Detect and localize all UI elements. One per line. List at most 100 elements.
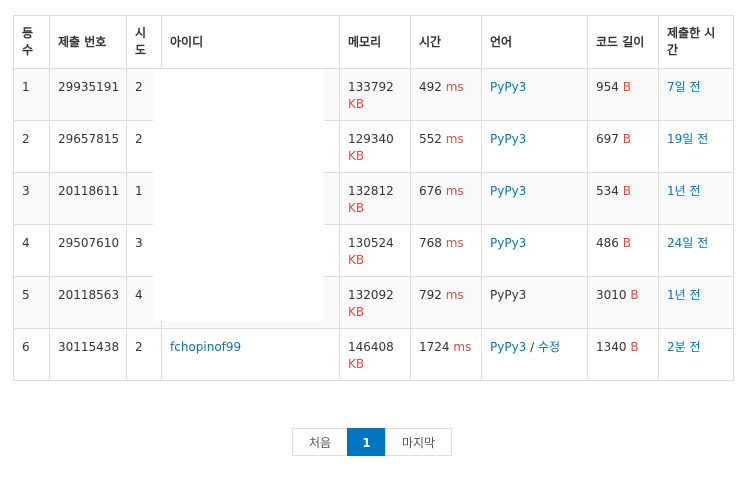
code-length-unit: B: [630, 340, 639, 354]
time-unit: ms: [453, 340, 472, 354]
language-link[interactable]: PyPy3: [490, 184, 526, 198]
header-user: 아이디: [161, 15, 340, 69]
submitted-time-link[interactable]: 19일 전: [667, 132, 708, 146]
header-submission: 제출 번호: [49, 15, 127, 69]
code-length-cell: 954 B: [587, 68, 659, 121]
memory-value: 146408: [348, 340, 394, 354]
header-submitted-time: 제출한 시 간: [658, 15, 734, 69]
time-value: 492: [419, 80, 442, 94]
language-cell: PyPy3: [481, 224, 588, 277]
time-value: 676: [419, 184, 442, 198]
time-unit: ms: [445, 288, 464, 302]
tries-value: 2: [135, 132, 143, 146]
page-current-button[interactable]: 1: [347, 428, 386, 456]
table-row: 2 29657815 2 129340 KB 552 ms PyPy3 697 B 19일 전: [13, 120, 734, 173]
table-row: 3 20118611 1 132812 KB 676 ms PyPy3 534 B 1년 전: [13, 172, 734, 225]
code-length-unit: B: [622, 236, 631, 250]
language-cell: PyPy3: [481, 68, 588, 121]
tries-value: 2: [135, 340, 143, 354]
submission-id: 29935191: [58, 80, 120, 94]
submitted-time-cell: 19일 전: [658, 120, 734, 173]
page-last-button[interactable]: 마지막: [385, 428, 452, 456]
submission-cell: 30115438: [49, 328, 127, 381]
memory-unit: KB: [348, 97, 365, 111]
submitted-time-cell: 1년 전: [658, 172, 734, 225]
memory-value: 129340: [348, 132, 394, 146]
submitted-time-cell: 7일 전: [658, 68, 734, 121]
memory-unit: KB: [348, 201, 365, 215]
memory-value: 132092: [348, 288, 394, 302]
language-link[interactable]: PyPy3: [490, 236, 526, 250]
time-unit: ms: [445, 80, 464, 94]
submitted-time-cell: 24일 전: [658, 224, 734, 277]
table-row: 6 30115438 2 fchopinof99 146408 KB 1724 ms PyPy…: [13, 328, 734, 381]
rank-value: 6: [22, 340, 30, 354]
status-table: 등 수 제출 번호 시 도 아이디 메모리 시간 언어 코드 길이 제출한 시 간 1 29935…: [13, 15, 734, 381]
rank-cell: 2: [13, 120, 50, 173]
language-cell: PyPy3: [481, 120, 588, 173]
page-first-button[interactable]: 처음: [292, 428, 348, 456]
code-length-value: 697: [596, 132, 619, 146]
code-length-cell: 697 B: [587, 120, 659, 173]
header-memory: 메모리: [339, 15, 411, 69]
rank-cell: 3: [13, 172, 50, 225]
redacted-user-area: [153, 69, 324, 321]
header-time: 시간: [410, 15, 482, 69]
rank-value: 2: [22, 132, 30, 146]
language-cell: PyPy3: [481, 172, 588, 225]
tries-value: 1: [135, 184, 143, 198]
time-value: 768: [419, 236, 442, 250]
time-cell: 676 ms: [410, 172, 482, 225]
code-length-unit: B: [622, 80, 631, 94]
user-cell: fchopinof99: [161, 328, 340, 381]
language-link[interactable]: PyPy3: [490, 80, 526, 94]
code-length-value: 3010: [596, 288, 627, 302]
time-cell: 768 ms: [410, 224, 482, 277]
tries-value: 3: [135, 236, 143, 250]
time-value: 792: [419, 288, 442, 302]
header-tries: 시 도: [126, 15, 162, 69]
header-rank: 등 수: [13, 15, 50, 69]
code-length-value: 954: [596, 80, 619, 94]
submitted-time-link[interactable]: 1년 전: [667, 184, 701, 198]
memory-cell: 133792 KB: [339, 68, 411, 121]
time-value: 1724: [419, 340, 450, 354]
language-link: PyPy3: [490, 288, 527, 302]
submitted-time-link[interactable]: 2분 전: [667, 340, 701, 354]
submitted-time-link[interactable]: 1년 전: [667, 288, 701, 302]
table-row: 1 29935191 2 133792 KB 492 ms PyPy3 954 B 7일 전: [13, 68, 734, 121]
code-length-unit: B: [622, 132, 631, 146]
table-row: 4 29507610 3 130524 KB 768 ms PyPy3 486 B 24일 전: [13, 224, 734, 277]
rank-cell: 1: [13, 68, 50, 121]
edit-link[interactable]: 수정: [538, 340, 560, 354]
memory-cell: 130524 KB: [339, 224, 411, 277]
user-id-link[interactable]: fchopinof99: [170, 340, 241, 354]
time-unit: ms: [445, 132, 464, 146]
time-cell: 552 ms: [410, 120, 482, 173]
time-unit: ms: [445, 236, 464, 250]
submission-cell: 29657815: [49, 120, 127, 173]
submission-id: 29507610: [58, 236, 120, 250]
submitted-time-link[interactable]: 24일 전: [667, 236, 708, 250]
tries-cell: 2: [126, 328, 162, 381]
submission-cell: 20118563: [49, 276, 127, 329]
submitted-time-link[interactable]: 7일 전: [667, 80, 701, 94]
submission-cell: 29507610: [49, 224, 127, 277]
code-length-unit: B: [622, 184, 631, 198]
time-cell: 492 ms: [410, 68, 482, 121]
memory-unit: KB: [348, 357, 365, 371]
rank-value: 5: [22, 288, 30, 302]
language-cell: PyPy3 / 수정: [481, 328, 588, 381]
submission-id: 20118563: [58, 288, 120, 302]
code-length-cell: 3010 B: [587, 276, 659, 329]
rank-value: 3: [22, 184, 30, 198]
memory-value: 132812: [348, 184, 394, 198]
memory-cell: 129340 KB: [339, 120, 411, 173]
language-link[interactable]: PyPy3: [490, 132, 526, 146]
code-length-value: 534: [596, 184, 619, 198]
header-language: 언어: [481, 15, 588, 69]
language-link[interactable]: PyPy3: [490, 340, 526, 354]
rank-value: 4: [22, 236, 30, 250]
time-cell: 792 ms: [410, 276, 482, 329]
rank-value: 1: [22, 80, 30, 94]
